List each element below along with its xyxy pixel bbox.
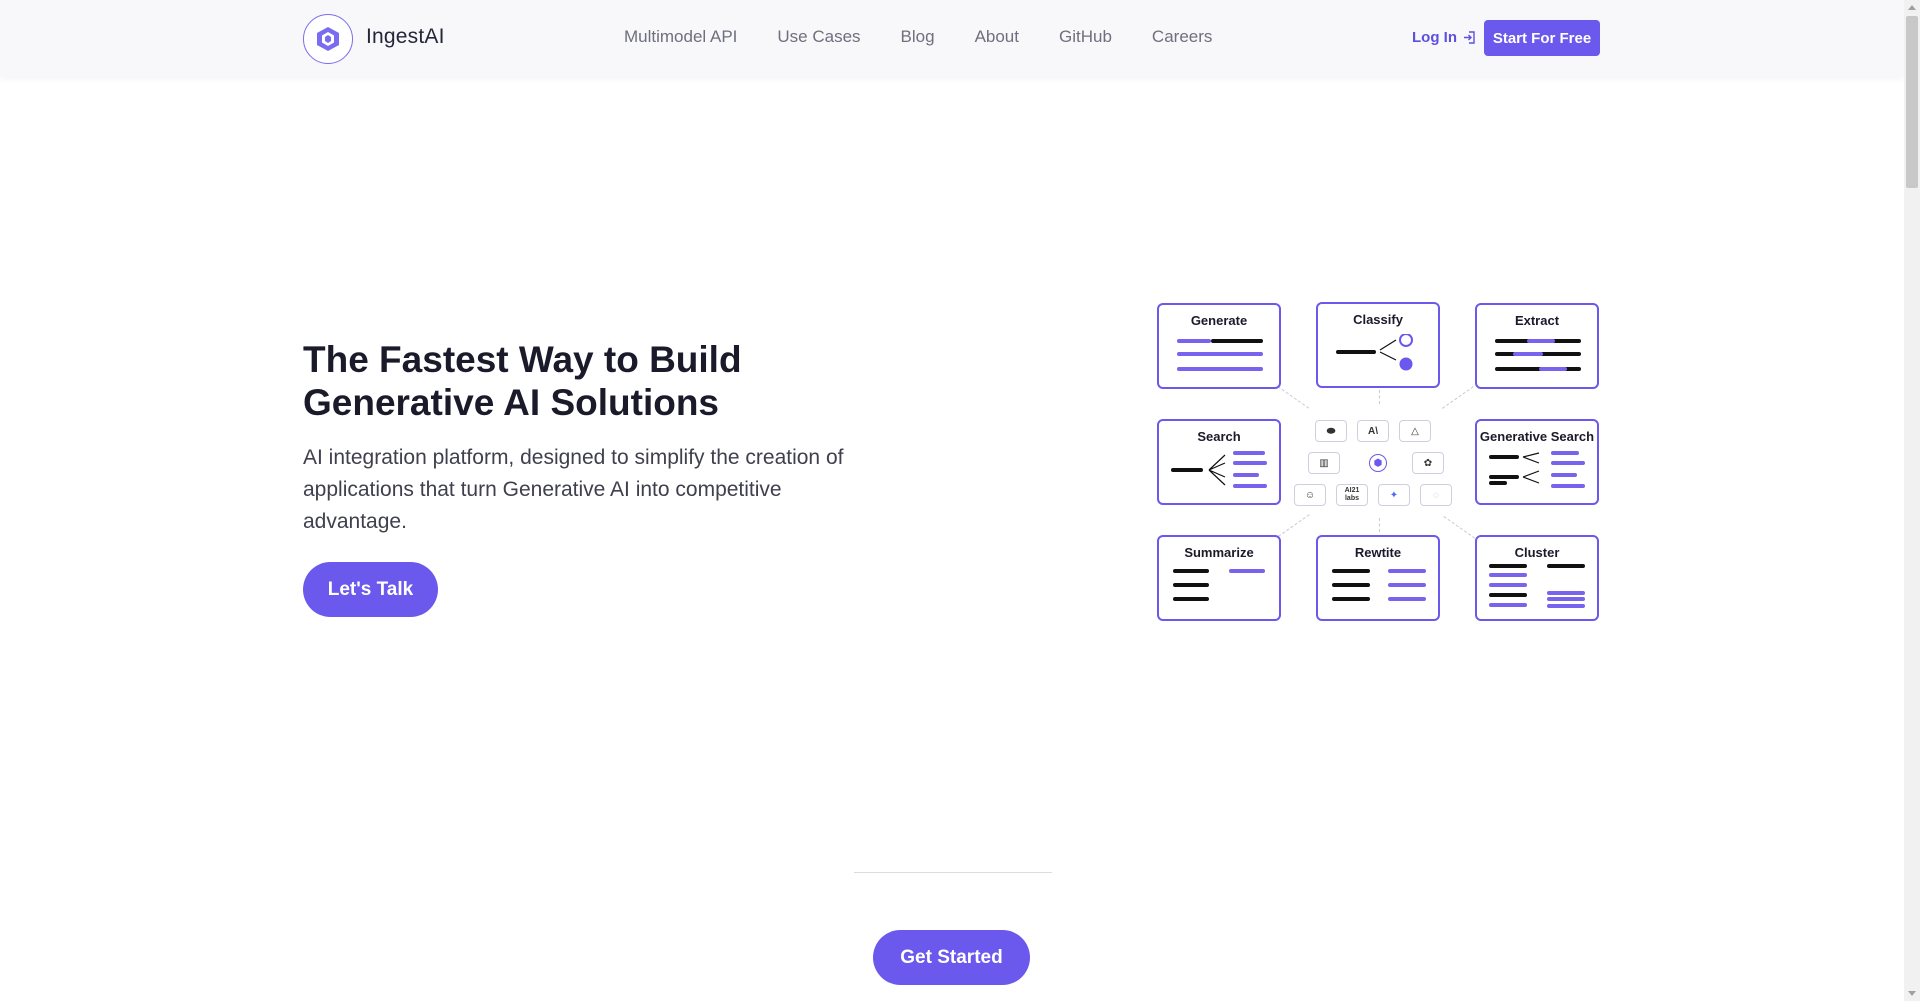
hero-subtitle: AI integration platform, designed to sim… bbox=[303, 446, 844, 533]
card-search: Search bbox=[1157, 419, 1281, 505]
model-chip-icon: △ bbox=[1399, 420, 1431, 442]
card-label: Rewtite bbox=[1354, 545, 1402, 560]
nav-blog[interactable]: Blog bbox=[901, 27, 935, 47]
card-generative-search: Generative Search bbox=[1475, 419, 1599, 505]
login-label: Log In bbox=[1412, 29, 1457, 46]
top-navbar: IngestAI Multimodel API Use Cases Blog A… bbox=[0, 0, 1904, 76]
card-summarize: Summarize bbox=[1157, 535, 1281, 621]
hero-title: The Fastest Way to Build Generative AI S… bbox=[303, 339, 742, 423]
ai21-chip-icon: AI21 labs bbox=[1336, 484, 1368, 506]
page-scrollbar[interactable] bbox=[1904, 0, 1920, 1001]
model-chip-icon: ⬬ bbox=[1315, 420, 1347, 442]
card-cluster: Cluster bbox=[1475, 535, 1599, 621]
card-label: Classify bbox=[1353, 312, 1403, 327]
lets-talk-button[interactable]: Let's Talk bbox=[303, 562, 438, 617]
gemini-chip-icon: ✦ bbox=[1378, 484, 1410, 506]
nav-about[interactable]: About bbox=[975, 27, 1019, 47]
login-link[interactable]: Log In bbox=[1412, 29, 1476, 46]
openai-chip-icon: ✿ bbox=[1412, 452, 1444, 474]
scrollbar-thumb[interactable] bbox=[1906, 16, 1918, 188]
card-label: Extract bbox=[1514, 313, 1560, 328]
card-label: Cluster bbox=[1514, 545, 1560, 560]
card-classify: Classify bbox=[1316, 302, 1440, 388]
model-chip-icon: ▥ bbox=[1308, 452, 1340, 474]
scroll-up-arrow-icon[interactable] bbox=[1908, 5, 1916, 10]
card-label: Generative Search bbox=[1479, 429, 1595, 444]
ai-capabilities-diagram: Generate Classify Extract Search Generat… bbox=[1150, 296, 1610, 626]
start-for-free-button[interactable]: Start For Free bbox=[1484, 20, 1600, 56]
model-chip-icon: ◌ bbox=[1420, 484, 1452, 506]
scroll-down-arrow-icon[interactable] bbox=[1908, 991, 1916, 996]
login-icon bbox=[1464, 31, 1475, 44]
card-extract: Extract bbox=[1475, 303, 1599, 389]
card-generate: Generate bbox=[1157, 303, 1281, 389]
card-rewtite: Rewtite bbox=[1316, 535, 1440, 621]
nav-use-cases[interactable]: Use Cases bbox=[777, 27, 860, 47]
ingestai-logo-icon[interactable] bbox=[303, 14, 353, 64]
ingestai-hub-icon: ⬢ bbox=[1369, 454, 1387, 472]
nav-github[interactable]: GitHub bbox=[1059, 27, 1112, 47]
huggingface-chip-icon: ☺ bbox=[1294, 484, 1326, 506]
card-label: Search bbox=[1197, 429, 1241, 444]
brand-name[interactable]: IngestAI bbox=[366, 25, 445, 49]
section-divider bbox=[854, 872, 1052, 873]
nav-careers[interactable]: Careers bbox=[1152, 27, 1212, 47]
card-label: Summarize bbox=[1184, 545, 1254, 560]
main-nav: Multimodel API Use Cases Blog About GitH… bbox=[624, 27, 1252, 47]
get-started-button[interactable]: Get Started bbox=[873, 930, 1030, 985]
card-label: Generate bbox=[1190, 313, 1248, 328]
anthropic-chip-icon: A\ bbox=[1357, 420, 1389, 442]
nav-multimodel-api[interactable]: Multimodel API bbox=[624, 27, 737, 47]
